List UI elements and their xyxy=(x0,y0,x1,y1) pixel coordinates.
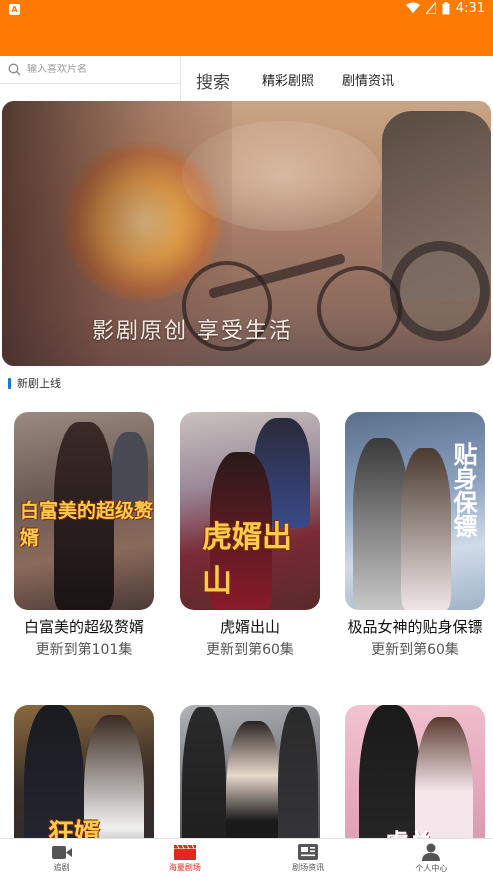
drama-poster[interactable]: 白富美的超级赘婿 xyxy=(14,412,154,610)
battery-icon xyxy=(442,1,450,14)
drama-card[interactable]: 虎婿出山 虎婿出山 更新到第60集 xyxy=(180,412,320,660)
drama-card[interactable]: 贴身保镖 极品女神的贴身保镖 更新到第60集 xyxy=(345,412,485,660)
search-field[interactable] xyxy=(0,56,180,84)
poster-title-art: 虎婿出山 xyxy=(202,520,292,599)
tab-label: 个人中心 xyxy=(415,864,448,873)
drama-episodes: 更新到第60集 xyxy=(371,642,459,658)
poster-title-art: 白富美的超级赘婿 xyxy=(20,500,154,549)
drama-card[interactable]: 白富美的超级赘婿 白富美的超级赘婿 更新到第101集 xyxy=(14,412,154,660)
app-screen: A 4:31 搜索 精彩剧照 剧情资讯 影剧原创 享受生活 xyxy=(0,0,493,878)
drama-title: 虎婿出山 xyxy=(219,618,280,636)
tab-theater[interactable]: 海量剧场 xyxy=(123,839,246,878)
app-badge-icon: A xyxy=(9,4,20,15)
section-accent-bar xyxy=(8,377,11,389)
drama-title: 极品女神的贴身保镖 xyxy=(347,618,483,636)
banner-lens-image xyxy=(390,241,490,341)
news-icon xyxy=(298,844,319,860)
section-header: 新剧上线 xyxy=(8,376,61,390)
tab-label: 追剧 xyxy=(53,862,70,872)
drama-episodes: 更新到第60集 xyxy=(206,642,294,658)
nav-stills-link[interactable]: 精彩剧照 xyxy=(262,70,314,89)
tab-label: 剧场资讯 xyxy=(292,863,325,872)
drama-episodes: 更新到第101集 xyxy=(35,642,133,658)
tab-follow[interactable]: 追剧 xyxy=(0,839,123,878)
status-icons: 4:31 xyxy=(405,0,485,16)
search-icon xyxy=(8,63,21,76)
header-bar: A 4:31 xyxy=(0,0,493,56)
hero-banner[interactable]: 影剧原创 享受生活 xyxy=(2,101,491,366)
drama-poster[interactable]: 贴身保镖 xyxy=(345,412,485,610)
poster-figure xyxy=(401,448,451,610)
nav-news-link[interactable]: 剧情资讯 xyxy=(342,70,394,89)
tab-news[interactable]: 剧场资讯 xyxy=(247,839,370,878)
search-row: 搜索 精彩剧照 剧情资讯 xyxy=(0,56,493,101)
bottom-tab-bar: 追剧 海量剧场 剧场资讯 个人中心 xyxy=(0,838,493,878)
tab-label: 海量剧场 xyxy=(168,862,201,872)
clapperboard-icon xyxy=(173,844,196,860)
divider xyxy=(180,56,181,101)
person-icon xyxy=(422,843,441,861)
drama-poster[interactable]: 虎婿出山 xyxy=(180,412,320,610)
search-button[interactable]: 搜索 xyxy=(196,68,230,93)
section-title: 新剧上线 xyxy=(17,377,61,390)
signal-icon xyxy=(425,2,436,14)
wifi-icon xyxy=(405,2,420,13)
poster-title-art: 贴身保镖 xyxy=(449,442,478,538)
tab-profile[interactable]: 个人中心 xyxy=(370,839,493,878)
banner-caption: 影剧原创 享受生活 xyxy=(92,319,293,344)
drama-title: 白富美的超级赘婿 xyxy=(23,618,144,636)
clock: 4:31 xyxy=(455,0,485,16)
video-icon xyxy=(51,845,72,859)
search-input[interactable] xyxy=(27,64,167,75)
banner-bicycle-wheel xyxy=(317,266,402,351)
